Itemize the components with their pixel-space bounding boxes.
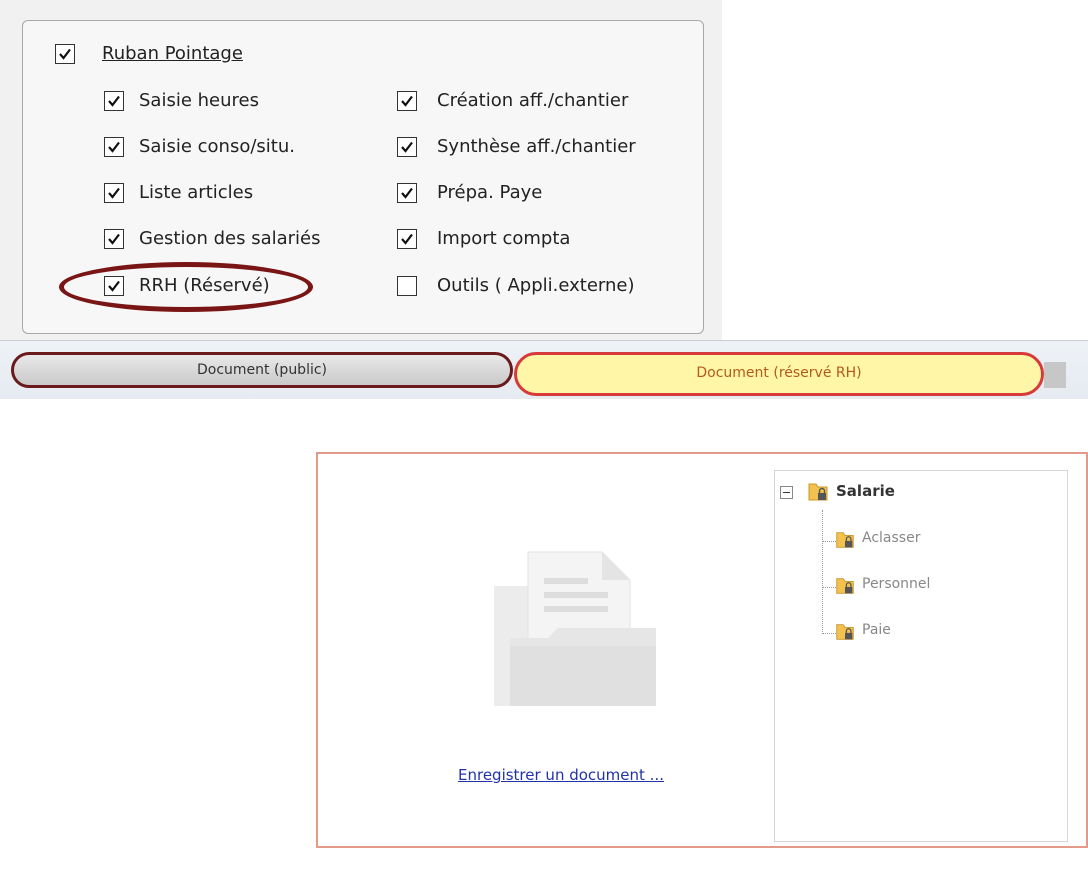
folder-document-icon — [494, 551, 656, 706]
tab-scroll-edge — [1044, 362, 1066, 388]
gestion-salaries-label: Gestion des salariés — [139, 228, 321, 249]
checkmark-icon — [401, 233, 413, 245]
folder-tree-panel — [774, 470, 1068, 842]
folder-lock-icon — [836, 532, 854, 548]
checkmark-icon — [108, 141, 120, 153]
outils-externe-label: Outils ( Appli.externe) — [437, 275, 635, 296]
register-document-link[interactable]: Enregistrer un document ... — [458, 766, 664, 784]
checkmark-icon — [401, 95, 413, 107]
import-compta-label: Import compta — [437, 228, 571, 249]
folder-lock-icon — [836, 624, 854, 640]
liste-articles-label: Liste articles — [139, 182, 254, 203]
checkmark-icon — [59, 48, 71, 60]
outils-externe-checkbox[interactable] — [397, 276, 417, 296]
checkmark-icon — [108, 187, 120, 199]
prepa-paye-label: Prépa. Paye — [437, 182, 543, 203]
tree-connector — [822, 510, 823, 634]
tree-item-aclasser[interactable]: Aclasser — [862, 530, 920, 546]
liste-articles-checkbox[interactable] — [104, 183, 124, 203]
folder-lock-icon — [808, 483, 828, 501]
saisie-conso-label: Saisie conso/situ. — [139, 136, 295, 157]
tree-root-salarie[interactable]: Salarie — [836, 482, 895, 500]
checkmark-icon — [401, 187, 413, 199]
ruban-pointage-label: Ruban Pointage — [102, 43, 243, 64]
checkmark-icon — [401, 141, 413, 153]
tab-document-reserve-rh[interactable]: Document (réservé RH) — [514, 352, 1044, 396]
saisie-heures-checkbox[interactable] — [104, 91, 124, 111]
creation-chantier-label: Création aff./chantier — [437, 90, 629, 111]
import-compta-checkbox[interactable] — [397, 229, 417, 249]
prepa-paye-checkbox[interactable] — [397, 183, 417, 203]
checkmark-icon — [108, 233, 120, 245]
creation-chantier-checkbox[interactable] — [397, 91, 417, 111]
checkmark-icon — [108, 95, 120, 107]
collapse-toggle-icon[interactable] — [780, 486, 793, 499]
saisie-heures-label: Saisie heures — [139, 90, 259, 111]
synthese-chantier-checkbox[interactable] — [397, 137, 417, 157]
saisie-conso-checkbox[interactable] — [104, 137, 124, 157]
tree-item-paie[interactable]: Paie — [862, 622, 891, 638]
gestion-salaries-checkbox[interactable] — [104, 229, 124, 249]
synthese-chantier-label: Synthèse aff./chantier — [437, 136, 636, 157]
ruban-pointage-checkbox[interactable] — [55, 44, 75, 64]
tab-document-public[interactable]: Document (public) — [11, 352, 513, 388]
rrh-highlight-oval — [59, 262, 313, 312]
tree-item-personnel[interactable]: Personnel — [862, 576, 930, 592]
folder-lock-icon — [836, 578, 854, 594]
